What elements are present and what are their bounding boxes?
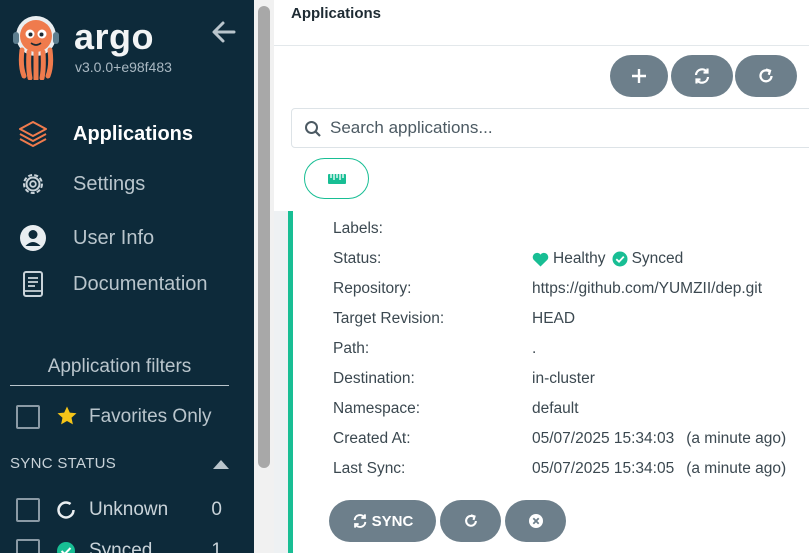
heart-icon — [532, 252, 549, 267]
sync-button[interactable]: SYNC — [329, 500, 436, 542]
ruler-icon — [327, 173, 346, 184]
main-content: Applications Search applications... Labe… — [274, 0, 809, 553]
user-icon — [18, 223, 48, 253]
status-label: Status: — [333, 250, 382, 267]
sync-filter-unknown[interactable]: Unknown 0 — [16, 497, 228, 523]
view-toggle-button[interactable] — [304, 158, 369, 199]
argo-octopus-icon — [13, 16, 59, 82]
nav-user-info[interactable]: User Info — [18, 221, 244, 255]
sync-apps-button[interactable] — [671, 55, 733, 97]
created-at-timestamp: 05/07/2025 15:34:03 — [532, 430, 675, 447]
target-revision-label: Target Revision: — [333, 310, 445, 327]
caret-up-icon — [213, 460, 229, 469]
refresh-apps-button[interactable] — [735, 55, 797, 97]
application-filters-title: Application filters — [10, 356, 229, 386]
book-icon — [18, 269, 48, 299]
sidebar-scrollbar[interactable] — [254, 0, 274, 553]
synced-checkbox[interactable] — [16, 539, 40, 553]
sync-status-heading: SYNC STATUS — [10, 455, 117, 472]
health-status-text: Healthy — [553, 250, 606, 267]
version-label: v3.0.0+e98f483 — [75, 59, 172, 75]
new-app-button[interactable] — [610, 55, 668, 97]
collapse-sidebar-button[interactable] — [210, 18, 238, 46]
favorites-label: Favorites Only — [89, 406, 212, 427]
sync-status-text: Synced — [631, 250, 684, 267]
gear-icon — [18, 169, 48, 199]
scrollbar-thumb[interactable] — [258, 6, 270, 468]
synced-check-icon — [56, 541, 76, 553]
nav-settings-label: Settings — [73, 172, 146, 195]
header-divider — [274, 45, 809, 46]
repository-label: Repository: — [333, 280, 412, 297]
page-title: Applications — [291, 5, 382, 22]
sidebar: argo v3.0.0+e98f483 Applications Setting… — [0, 0, 254, 553]
last-sync-timestamp: 05/07/2025 15:34:05 — [532, 460, 675, 477]
namespace-label: Namespace: — [333, 400, 421, 417]
nav-documentation-label: Documentation — [73, 272, 208, 295]
nav-documentation[interactable]: Documentation — [18, 267, 244, 301]
unknown-count: 0 — [211, 499, 222, 520]
sync-filter-synced[interactable]: Synced 1 — [16, 538, 228, 553]
search-bar — [291, 108, 809, 148]
refresh-app-button[interactable] — [440, 500, 501, 542]
nav-applications-label: Applications — [73, 122, 194, 145]
created-at-relative: (a minute ago) — [686, 430, 787, 447]
unknown-label: Unknown — [89, 499, 169, 520]
destination-label: Destination: — [333, 370, 415, 387]
refresh-icon — [759, 68, 773, 83]
status-value: Healthy Synced — [532, 250, 683, 268]
namespace-value: default — [532, 400, 579, 417]
argo-logo[interactable] — [10, 14, 62, 82]
target-revision-value: HEAD — [532, 310, 576, 327]
labels-label: Labels: — [333, 220, 383, 237]
destination-value: in-cluster — [532, 370, 595, 387]
nav-user-info-label: User Info — [73, 226, 155, 249]
collapse-sync-status-button[interactable] — [212, 457, 230, 469]
sync-arrows-icon — [694, 68, 710, 84]
nav-applications[interactable]: Applications — [18, 117, 244, 151]
unknown-checkbox[interactable] — [16, 498, 40, 522]
arrow-left-icon — [212, 21, 236, 43]
unknown-ring-icon — [56, 500, 76, 525]
created-at-value: 05/07/2025 15:34:03 (a minute ago) — [532, 430, 786, 448]
brand-name: argo — [74, 16, 155, 57]
last-sync-relative: (a minute ago) — [686, 460, 787, 477]
refresh-icon — [464, 514, 477, 527]
layers-icon — [18, 119, 48, 149]
sync-button-label: SYNC — [371, 512, 414, 530]
synced-count: 1 — [211, 540, 222, 553]
synced-check-icon — [612, 251, 628, 267]
close-circle-icon — [528, 514, 543, 528]
repository-value[interactable]: https://github.com/YUMZII/dep.git — [532, 280, 762, 298]
created-at-label: Created At: — [333, 430, 411, 447]
plus-icon — [632, 69, 646, 83]
delete-app-button[interactable] — [505, 500, 566, 542]
sync-arrows-icon — [353, 514, 366, 528]
favorites-checkbox[interactable] — [16, 405, 40, 429]
last-sync-label: Last Sync: — [333, 460, 406, 477]
favorites-only-filter[interactable]: Favorites Only — [16, 404, 211, 430]
path-value: . — [532, 340, 537, 357]
star-icon — [56, 405, 78, 432]
search-input[interactable] — [330, 114, 800, 142]
path-label: Path: — [333, 340, 370, 357]
search-icon — [304, 120, 322, 143]
nav-settings[interactable]: Settings — [18, 167, 244, 201]
synced-label: Synced — [89, 540, 153, 553]
last-sync-value: 05/07/2025 15:34:05 (a minute ago) — [532, 460, 786, 478]
